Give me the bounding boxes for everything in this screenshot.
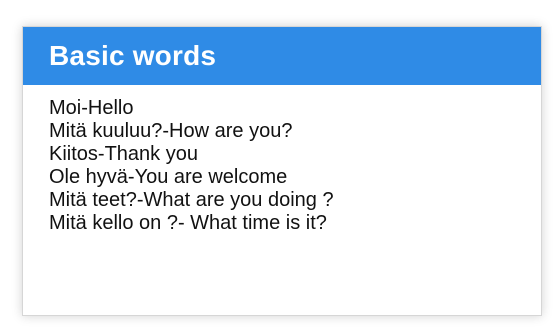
card-header: Basic words <box>23 27 541 85</box>
card-content: Moi-Hello Mitä kuuluu?-How are you? Kiit… <box>23 85 541 235</box>
word-line-2: Mitä kuuluu?-How are you? <box>49 120 293 142</box>
word-line-5: Mitä teet?-What are you doing ? <box>49 189 334 211</box>
word-line-6: Mitä kello on ?- What time is it? <box>49 212 327 234</box>
word-line-1: Moi-Hello <box>49 97 134 119</box>
word-line-4: Ole hyvä-You are welcome <box>49 166 288 188</box>
basic-words-card: Basic words Moi-Hello Mitä kuuluu?-How a… <box>22 26 542 316</box>
card-title: Basic words <box>49 40 217 71</box>
word-line-3: Kiitos-Thank you <box>49 143 198 165</box>
